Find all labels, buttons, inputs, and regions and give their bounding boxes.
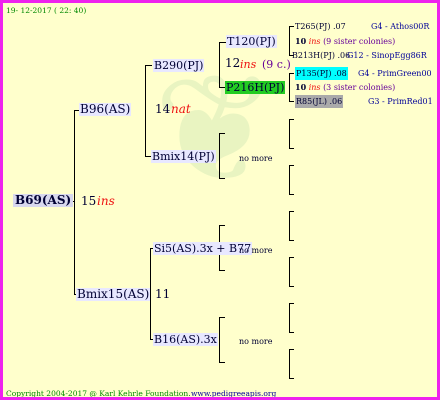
gen1-bmix15-year: 11 [155,287,171,301]
gen4-p216h-year: 10 [295,82,307,92]
gen4-t120-sisters: (9 sister colonies) [323,37,396,46]
empty-bracket [289,148,294,149]
gen4-t265-name: T265(PJ) [295,22,331,31]
gen2-queen-bmix14[interactable]: Bmix14(PJ) [151,150,216,163]
root-queen-year: 15 [81,194,97,208]
gen2-b16-no-more: no more [239,337,273,346]
connector [219,42,226,43]
gen2-queen-b16[interactable]: B16(AS).3x [153,333,218,346]
gen4-t265-line: G4 - Athos00R [371,22,430,31]
gen2-queen-b290[interactable]: B290(PJ) [153,59,205,72]
gen3-queen-p216h[interactable]: P216H(PJ) [225,81,286,94]
empty-bracket [289,349,294,350]
empty-bracket [289,303,294,304]
empty-bracket [289,286,294,287]
root-queen-flag: ins [97,194,115,208]
connector [145,65,146,157]
gen4-queen-b213h[interactable]: B213H(PJ) .06 [292,49,350,62]
empty-bracket [219,362,225,363]
empty-bracket [219,317,225,318]
gen4-r85-name: R85(JL) [296,97,327,106]
gen1-b96-flag: nat [171,102,191,116]
gen2-b290-flag: ins [240,58,257,71]
copyright: Copyright 2004-2017 @ Karl Kehrle Founda… [6,389,191,398]
gen2-bmix14-no-more: no more [239,154,273,163]
gen4-p216h-sisters: (3 sister colonies) [323,83,396,92]
gen4-b213h-line: G12 - SinopEgg86R [347,51,427,60]
empty-bracket [219,317,220,363]
gen3-queen-t120[interactable]: T120(PJ) [226,35,277,48]
gen1-queen-bmix15[interactable]: Bmix15(AS) [76,288,151,301]
empty-bracket [289,257,294,258]
gen4-t120-year: 10 [295,36,307,46]
root-queen[interactable]: B69(AS) [13,193,74,207]
gen4-t265-suffix: .07 [332,22,346,31]
connector [145,65,152,66]
connector [289,73,294,74]
gen4-p135-suffix: .08 [334,69,347,78]
gen4-p135-line: G4 - PrimGreen00 [358,69,432,78]
empty-bracket [289,332,294,333]
gen4-t120-sisters-row: 10 ins (9 sister colonies) [295,35,395,48]
gen4-b213h-name: B213H(PJ) [292,51,335,60]
gen4-queen-r85[interactable]: R85(JL) .06 [295,95,344,108]
gen1-queen-b96[interactable]: B96(AS) [79,103,132,116]
empty-bracket [289,349,290,379]
gen2-si5-no-more: no more [239,246,273,255]
empty-bracket [289,240,294,241]
empty-bracket [289,119,290,149]
connector [289,26,294,27]
connector [289,101,294,102]
empty-bracket [219,225,225,226]
gen4-p216h-flag: ins [308,83,321,92]
empty-bracket [289,194,294,195]
gen1-b96-year: 14 [155,102,171,116]
gen2-b290-sisters: (9 c.) [262,58,291,71]
empty-bracket [289,165,290,195]
empty-bracket [289,378,294,379]
empty-bracket [289,303,290,333]
gen4-p135-name: P135(PJ) [296,69,332,78]
empty-bracket [289,165,294,166]
empty-bracket [289,211,294,212]
gen2-queen-si5[interactable]: Si5(AS).3x + B77 [153,242,253,255]
connector [289,73,290,102]
website-url: www.pedigreeapis.org [191,389,277,398]
root-queen-name: B69(AS) [15,193,72,207]
connector [74,110,75,295]
gen4-r85-line: G3 - PrimRed01 [368,97,433,106]
gen4-t120-flag: ins [308,37,321,46]
connector [289,26,290,56]
gen4-queen-p135[interactable]: P135(PJ) .08 [295,67,348,80]
pedigree-frame: ❦ 19- 12-2017 ( 22: 40) Copyright 2004-2… [0,0,440,400]
connector [219,42,220,88]
date-stamp: 19- 12-2017 ( 22: 40) [6,6,87,15]
empty-bracket [289,119,294,120]
gen4-r85-suffix: .06 [329,97,343,106]
gen4-queen-t265[interactable]: T265(PJ) .07 [295,20,346,33]
empty-bracket [219,133,220,179]
gen2-b290-year: 12 [225,56,241,70]
empty-bracket [219,133,225,134]
empty-bracket [219,178,225,179]
gen4-p216h-sisters-row: 10 ins (3 sister colonies) [295,81,395,94]
empty-bracket [289,257,290,287]
empty-bracket [289,211,290,241]
empty-bracket [219,270,225,271]
